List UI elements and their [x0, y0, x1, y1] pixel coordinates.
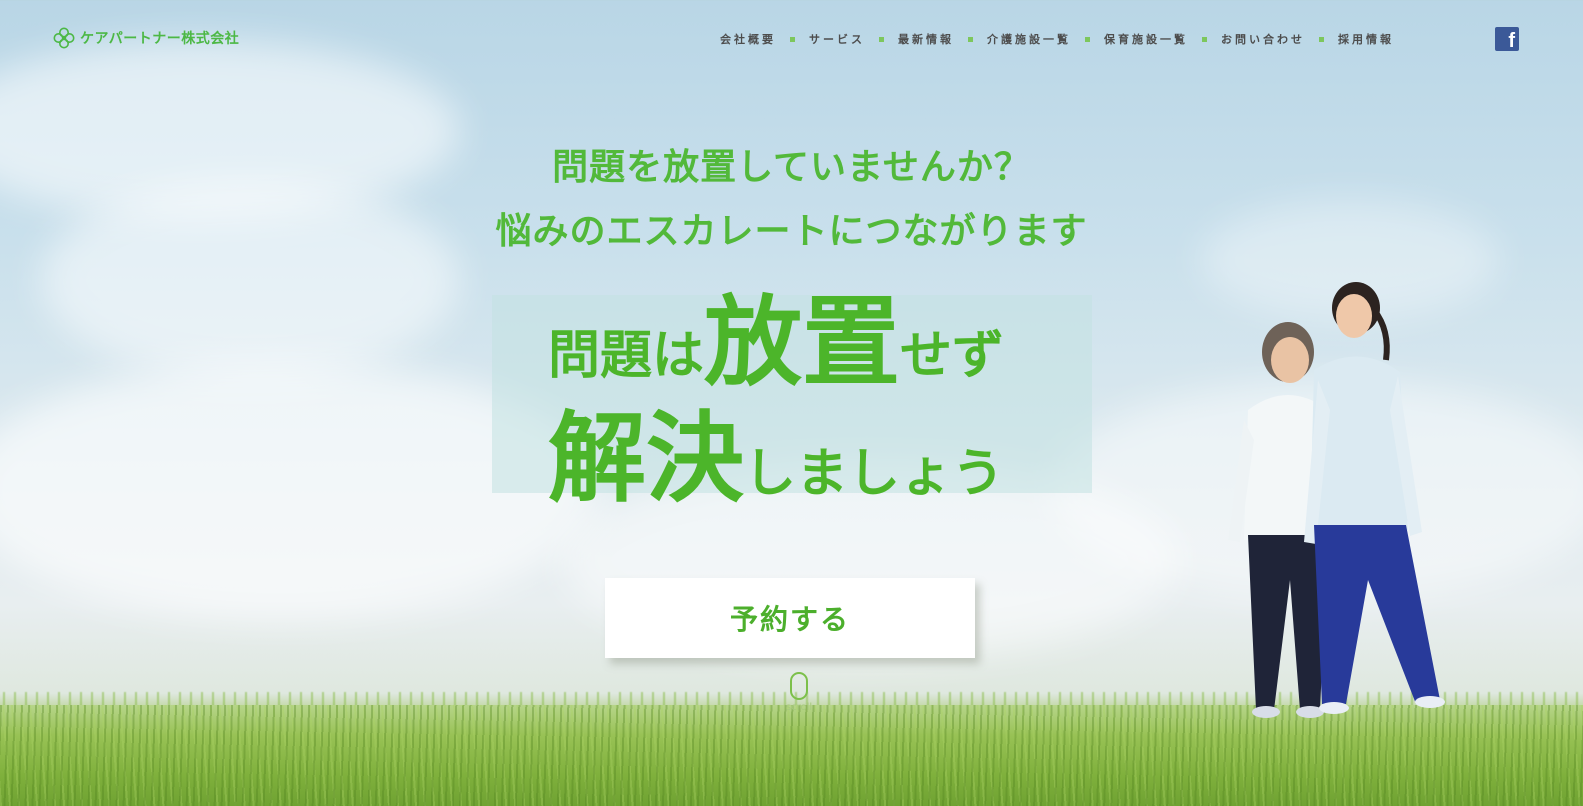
nav-item-care-facilities[interactable]: 介護施設一覧: [987, 31, 1071, 47]
headline-text: しましょう: [744, 444, 1005, 504]
facebook-glyph: f: [1508, 30, 1515, 51]
clover-logo-icon: [53, 27, 75, 49]
nav-item-company[interactable]: 会社概要: [720, 31, 776, 47]
reserve-button[interactable]: 予約する: [605, 578, 975, 658]
site-logo[interactable]: ケアパートナー株式会社: [52, 26, 239, 50]
nav-item-contact[interactable]: お問い合わせ: [1221, 31, 1305, 47]
nav-item-nursery-facilities[interactable]: 保育施設一覧: [1104, 31, 1188, 47]
nav-separator: [1202, 36, 1207, 42]
headline-emphasis: 解決: [548, 402, 745, 516]
nav-separator: [790, 36, 795, 42]
scroll-label: scroll: [785, 702, 813, 713]
walking-people-image: [1228, 282, 1445, 718]
headline-text: せず: [900, 326, 1005, 386]
nav-separator: [1085, 36, 1090, 42]
scroll-indicator[interactable]: scroll: [779, 672, 819, 713]
main-nav: 会社概要 サービス 最新情報 介護施設一覧 保育施設一覧 お問い合わせ 採用情報: [720, 31, 1394, 47]
nav-separator: [1319, 36, 1324, 42]
logo-text: ケアパートナー株式会社: [80, 31, 240, 47]
nav-separator: [968, 36, 973, 42]
facebook-icon[interactable]: f: [1495, 27, 1519, 51]
nav-separator: [879, 36, 884, 42]
nav-item-service[interactable]: サービス: [809, 31, 865, 47]
headline-line-1: 問題は 放置 せず: [548, 282, 1004, 392]
young-woman-figure: [1304, 282, 1445, 714]
headline-text: 問題は: [548, 326, 705, 386]
headline-emphasis: 放置: [704, 286, 901, 400]
hero-question-2: 悩みのエスカレートにつながります: [495, 211, 1088, 252]
hero-question-1: 問題を放置していませんか？: [552, 147, 1031, 188]
nav-item-news[interactable]: 最新情報: [898, 31, 954, 47]
mouse-scroll-icon: [790, 672, 808, 700]
nav-item-recruit[interactable]: 採用情報: [1338, 31, 1394, 47]
grass-field: [0, 705, 1583, 806]
headline-line-2: 解決 しましょう: [548, 398, 1004, 508]
